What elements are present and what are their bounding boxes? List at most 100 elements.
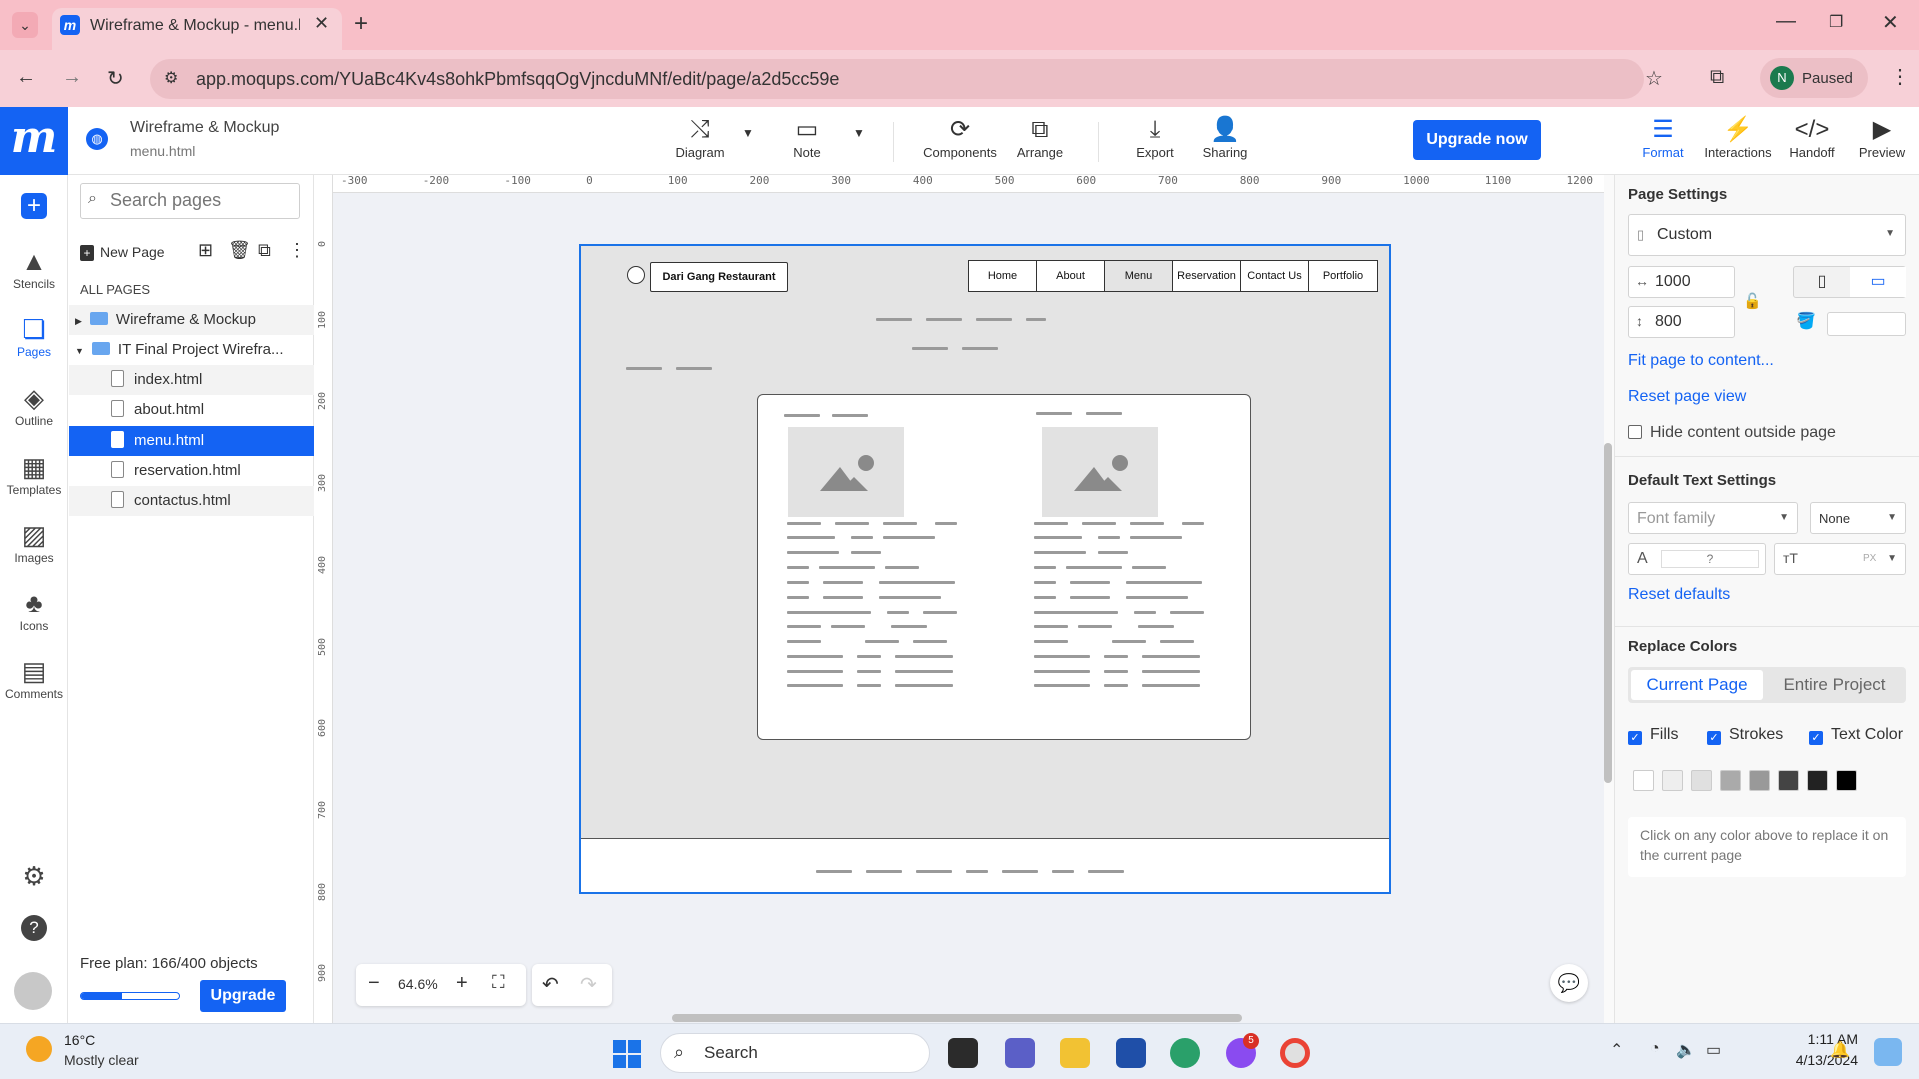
task-view-icon[interactable] [948,1038,978,1068]
wireframe-image-placeholder[interactable] [1042,427,1158,517]
chrome-icon[interactable] [1280,1038,1310,1068]
color-swatch[interactable] [1633,770,1654,791]
zoom-level[interactable]: 64.6% [398,976,438,992]
font-family-select[interactable]: Font family ▼ [1628,502,1798,534]
tree-folder-it-final[interactable]: ▼ IT Final Project Wirefra... [69,335,314,365]
upgrade-now-button[interactable]: Upgrade now [1413,120,1541,160]
rail-comments[interactable]: ▤ Comments [0,655,68,701]
file-explorer-icon[interactable] [1060,1038,1090,1068]
diagram-button[interactable]: ⤭ Diagram [672,115,728,160]
restore-icon[interactable]: ❐ [1829,12,1843,32]
reset-defaults-link[interactable]: Reset defaults [1628,586,1730,604]
color-swatch[interactable] [1778,770,1799,791]
weather-description[interactable]: Mostly clear [64,1052,139,1068]
wireframe-nav-menu[interactable]: Menu [1105,261,1173,291]
site-settings-icon[interactable]: ⚙ [164,68,178,88]
handoff-tab[interactable]: </> Handoff [1784,115,1840,160]
horizontal-scroll-thumb[interactable] [672,1014,1242,1022]
undo-icon[interactable]: ↶ [542,972,559,997]
microsoft-store-icon[interactable] [1116,1038,1146,1068]
wireframe-nav-about[interactable]: About [1037,261,1105,291]
page-size-preset-select[interactable]: ▯ Custom ▼ [1628,214,1906,256]
font-size-field[interactable]: ᴛT PX ▼ [1774,543,1906,575]
add-folder-icon[interactable]: ⊞ [198,240,213,261]
note-button[interactable]: ▭ Note [784,115,830,160]
tree-folder-wireframe[interactable]: ▶ Wireframe & Mockup [69,305,314,335]
delete-trash-icon[interactable]: 🗑 [228,240,251,261]
current-page-option[interactable]: Current Page [1631,670,1763,700]
expand-caret-icon[interactable]: ▶ [75,316,82,326]
color-swatch[interactable] [1720,770,1741,791]
edge-icon[interactable] [1170,1038,1200,1068]
reset-page-view-link[interactable]: Reset page view [1628,388,1746,406]
redo-icon[interactable]: ↷ [580,972,597,997]
bookmark-star-icon[interactable]: ☆ [1645,66,1663,91]
forward-icon[interactable]: → [62,66,82,89]
wireframe-image-placeholder[interactable] [788,427,904,517]
comment-bubble-icon[interactable]: 💬 [1550,964,1588,1002]
wifi-icon[interactable]: ◔ [1650,1040,1660,1058]
hide-outside-checkbox[interactable]: Hide content outside page [1628,424,1836,442]
wireframe-footer[interactable] [581,838,1389,892]
settings-gear-icon[interactable]: ⚙ [0,860,68,892]
page-height-field[interactable]: ↕ 800 [1628,306,1735,338]
collapse-caret-icon[interactable]: ▼ [75,346,84,356]
wireframe-nav-reservation[interactable]: Reservation [1173,261,1241,291]
reload-icon[interactable]: ↻ [107,66,124,91]
battery-icon[interactable]: ▭ [1706,1040,1721,1060]
browser-menu-icon[interactable]: ⋮ [1890,64,1910,89]
tree-page-menu[interactable]: menu.html [69,426,314,456]
wireframe-nav-portfolio[interactable]: Portfolio [1309,261,1377,291]
tab-search-chevron-icon[interactable]: ⌄ [12,12,38,38]
notification-bell-icon[interactable]: 🔔 [1830,1040,1850,1060]
search-pages-input[interactable] [110,190,290,211]
help-icon[interactable]: ? [0,915,68,941]
diagram-dropdown-icon[interactable]: ▼ [742,126,754,140]
tree-page-index[interactable]: index.html [69,365,314,395]
duplicate-icon[interactable]: ⧉ [258,240,271,261]
color-swatch[interactable] [1807,770,1828,791]
more-options-icon[interactable]: ⋮ [288,240,306,261]
zoom-in-icon[interactable]: + [456,972,468,995]
rail-outline[interactable]: ◈ Outline [0,382,68,428]
format-tab[interactable]: ☰ Format [1638,115,1688,160]
color-swatch[interactable] [1662,770,1683,791]
wireframe-nav-home[interactable]: Home [969,261,1037,291]
tab-close-icon[interactable]: ✕ [314,13,329,34]
url-text[interactable]: app.moqups.com/YUaBc4Kv4s8ohkPbmfsqqOgVj… [196,69,839,90]
color-swatch[interactable] [1749,770,1770,791]
weather-moon-icon[interactable] [26,1036,52,1062]
entire-project-option[interactable]: Entire Project [1766,670,1903,700]
windows-start-icon[interactable] [613,1040,641,1068]
taskbar-search-box[interactable] [660,1033,930,1073]
page-fill-color[interactable] [1827,312,1906,336]
fills-checkbox[interactable]: ✓ Fills [1628,726,1678,745]
export-button[interactable]: ⤓ Export [1130,115,1180,160]
back-icon[interactable]: ← [16,66,36,89]
rail-templates[interactable]: ▦ Templates [0,451,68,497]
tree-page-contactus[interactable]: contactus.html [69,486,314,516]
globe-icon[interactable]: ◍ [86,128,108,150]
lock-ratio-icon[interactable]: 🔓 [1743,292,1762,310]
teams-icon[interactable] [1005,1038,1035,1068]
tree-page-about[interactable]: about.html [69,395,314,425]
portrait-icon[interactable]: ▯ [1794,267,1850,297]
fit-page-link[interactable]: Fit page to content... [1628,352,1774,370]
tree-page-reservation[interactable]: reservation.html [69,456,314,486]
minimize-icon[interactable]: — [1776,10,1796,33]
tray-chevron-icon[interactable]: ⌃ [1610,1040,1623,1060]
fill-bucket-icon[interactable]: 🪣 [1796,311,1816,331]
wireframe-nav[interactable]: Home About Menu Reservation Contact Us P… [968,260,1378,292]
close-window-icon[interactable]: ✕ [1882,10,1899,35]
add-plus-icon[interactable]: + [21,193,47,219]
components-button[interactable]: ⟳ Components [920,115,1000,160]
rail-icons[interactable]: ♣ Icons [0,587,68,633]
zoom-out-icon[interactable]: − [368,972,380,995]
copilot-icon[interactable] [1874,1038,1902,1066]
font-style-select[interactable]: None ▼ [1810,502,1906,534]
wireframe-nav-contact[interactable]: Contact Us [1241,261,1309,291]
weather-temperature[interactable]: 16°C [64,1032,95,1048]
wireframe-brand-box[interactable]: Dari Gang Restaurant [650,262,788,292]
preview-button[interactable]: ▶ Preview [1854,115,1910,160]
note-dropdown-icon[interactable]: ▼ [853,126,865,140]
